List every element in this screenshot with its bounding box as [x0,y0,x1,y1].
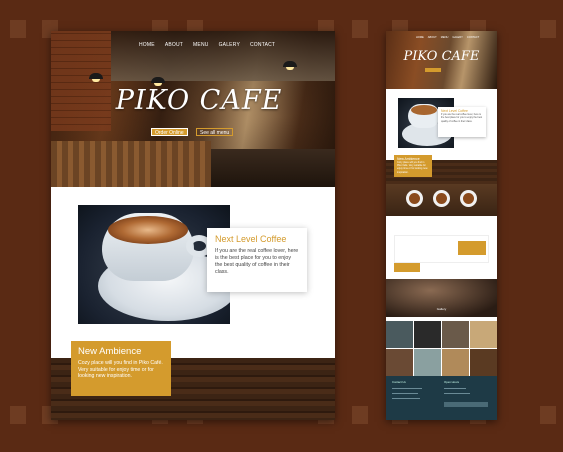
mobile-about-badge [458,241,486,255]
footer-line [392,388,422,389]
lamp-icon [283,61,297,70]
brick-wall [51,31,111,131]
mobile-nav-menu[interactable]: MENU [441,36,449,39]
next-level-text: If you are the real coffee lover, here i… [215,248,299,275]
film-hole [540,20,556,38]
mobile-site-title: PIKO CAFE [403,49,480,64]
nav-contact[interactable]: CONTACT [250,42,275,48]
film-hole [540,406,556,424]
footer-line [444,388,466,389]
nav-menu[interactable]: MENU [193,42,209,48]
film-hole [10,406,26,424]
film-hole [10,20,26,38]
mobile-nav-contact[interactable]: CONTACT [467,36,479,39]
nav-home[interactable]: HOME [139,42,155,48]
footer-line [392,398,420,399]
coffee-counter [51,141,211,187]
lamp-icon [151,77,165,86]
order-online-button[interactable]: Order Online [151,128,188,136]
next-level-card: Next Level Coffee If you are the real co… [207,228,307,292]
next-level-heading: Next Level Coffee [215,234,287,244]
mobile-order-button[interactable] [425,68,441,72]
desktop-mockup: HOME ABOUT MENU GALERY CONTACT PIKO CAFE… [51,31,335,420]
hero-ceiling [111,31,335,81]
film-hole [352,20,368,38]
footer-line [392,393,418,394]
footer-line [444,393,470,394]
see-all-menu-button[interactable]: See all menu [196,128,234,136]
mobile-nav: HOME ABOUT MENU GALERY CONTACT [416,36,479,39]
mobile-next-level-text: If you are the real coffee lover, here i… [441,113,483,123]
latte-art [108,216,188,244]
mobile-latte-art [411,105,437,115]
mobile-mockup: HOME ABOUT MENU GALERY CONTACT PIKO CAFE… [386,31,497,420]
gallery-thumb[interactable] [470,349,497,376]
mobile-nav-about[interactable]: ABOUT [428,36,437,39]
mobile-ambience-card: New Ambience Cozy place will you find in… [394,155,432,177]
gallery-thumb[interactable] [386,321,413,348]
lamp-icon [89,73,103,82]
mobile-ambience-text: Cozy place will you find in Piko Café. V… [397,161,428,174]
nav-galery[interactable]: GALERY [219,42,240,48]
main-nav: HOME ABOUT MENU GALERY CONTACT [139,42,275,48]
mobile-next-level-card: Next Level Coffee If you are the real co… [438,107,486,137]
coffee-cup-icon [460,190,477,207]
mobile-gallery-grid [386,321,497,376]
coffee-cup-icon [406,190,423,207]
mobile-cups-banner [386,184,497,216]
coffee-cup-icon [433,190,450,207]
mobile-footer: Contact Us Open Hours [386,376,497,420]
mobile-about-button[interactable] [394,263,420,272]
mobile-gallery-label: Gallery [436,307,447,311]
film-hole [352,406,368,424]
footer-contact-heading: Contact Us [392,380,406,384]
gallery-thumb[interactable] [414,349,441,376]
gallery-thumb[interactable] [386,349,413,376]
mobile-gallery-hero [386,279,497,317]
ambience-card: New Ambience Cozy place will you find in… [71,341,171,396]
gallery-thumb[interactable] [442,349,469,376]
ambience-text: Cozy place will you find in Piko Café. V… [78,360,163,380]
gallery-thumb[interactable] [470,321,497,348]
gallery-thumb[interactable] [442,321,469,348]
mobile-nav-home[interactable]: HOME [416,36,424,39]
mobile-nav-galery[interactable]: GALERY [452,36,462,39]
hero-floor [211,149,335,187]
nav-about[interactable]: ABOUT [165,42,183,48]
hero-section: HOME ABOUT MENU GALERY CONTACT PIKO CAFE… [51,31,335,187]
footer-email-input[interactable] [444,402,488,407]
site-title: PIKO CAFE [115,85,283,116]
ambience-heading: New Ambience [78,346,142,357]
footer-hours-heading: Open Hours [444,380,460,384]
gallery-thumb[interactable] [414,321,441,348]
